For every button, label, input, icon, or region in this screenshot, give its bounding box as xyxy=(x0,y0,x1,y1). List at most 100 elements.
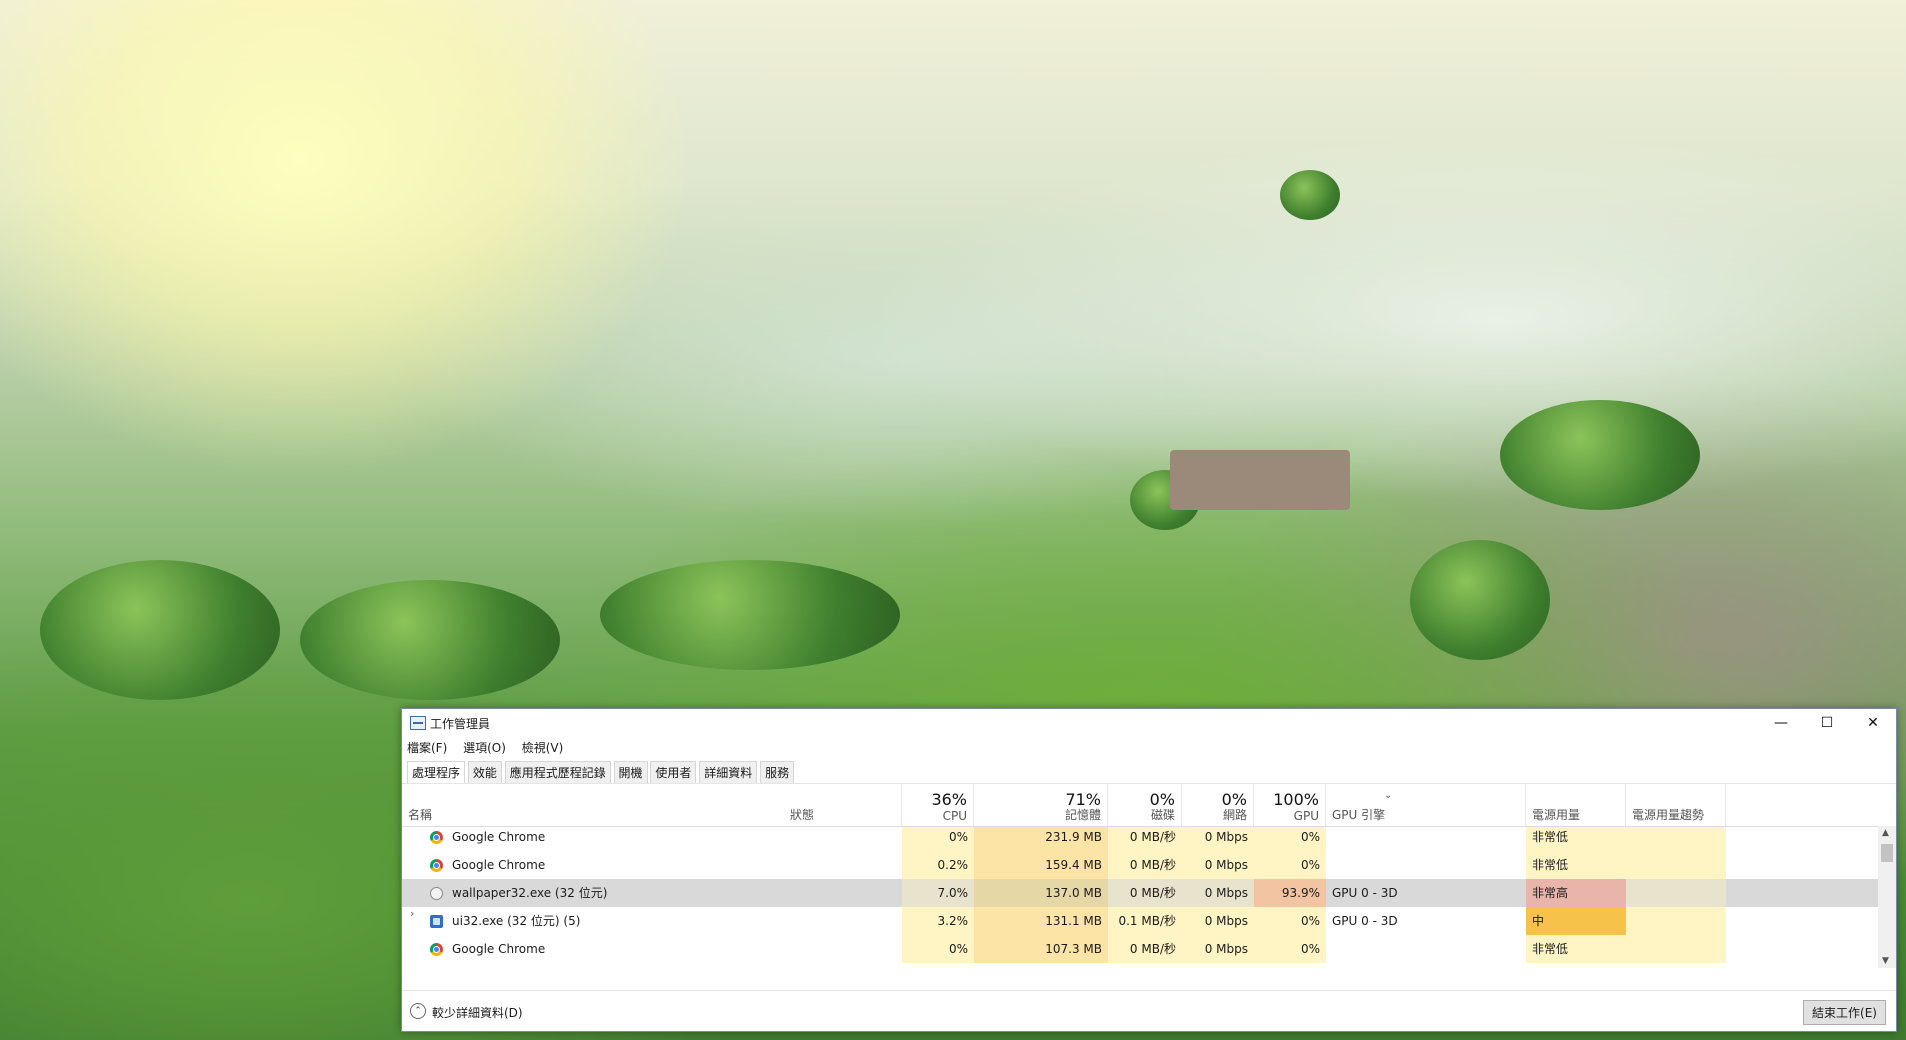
table-row[interactable]: wallpaper32.exe (32 位元) 7.0% 137.0 MB 0 … xyxy=(402,879,1878,907)
process-gpu: 0% xyxy=(1254,851,1326,879)
menu-file[interactable]: 檔案(F) xyxy=(407,739,447,756)
column-cpu[interactable]: 36% CPU xyxy=(902,784,974,826)
fewer-details-link[interactable]: 較少詳細資料(D) xyxy=(432,1004,523,1021)
column-power[interactable]: 電源用量 xyxy=(1526,784,1626,826)
process-power-trend xyxy=(1626,879,1726,907)
process-power: 非常低 xyxy=(1526,935,1626,963)
process-memory: 159.4 MB xyxy=(974,851,1108,879)
tab-bar: 處理程序 效能 應用程式歷程記錄 開機 使用者 詳細資料 服務 xyxy=(407,761,795,784)
process-gpu-engine: GPU 0 - 3D xyxy=(1332,886,1398,900)
wallpaper-tree xyxy=(1500,400,1700,510)
column-status[interactable]: 狀態 xyxy=(784,784,902,826)
column-cpu-label: CPU xyxy=(942,809,967,823)
process-disk: 0 MB/秒 xyxy=(1108,879,1182,907)
process-cpu: 0% xyxy=(902,935,974,963)
process-gpu: 0% xyxy=(1254,827,1326,851)
cpu-total: 36% xyxy=(931,790,967,809)
process-gpu: 0% xyxy=(1254,907,1326,935)
column-power-label: 電源用量 xyxy=(1532,808,1581,822)
tab-performance[interactable]: 效能 xyxy=(467,761,502,784)
close-button[interactable]: ✕ xyxy=(1850,709,1896,737)
wallpaper-tree xyxy=(300,580,560,700)
process-disk: 0 MB/秒 xyxy=(1108,935,1182,963)
table-row[interactable]: › ui32.exe (32 位元) (5) 3.2% 131.1 MB 0.1… xyxy=(402,907,1878,935)
process-gpu-engine xyxy=(1326,851,1526,879)
process-gpu-engine xyxy=(1326,935,1526,963)
process-cpu: 7.0% xyxy=(902,879,974,907)
wallpaper-tree xyxy=(1410,540,1550,660)
column-memory-label: 記憶體 xyxy=(1064,808,1101,822)
column-status-label: 狀態 xyxy=(790,808,815,822)
table-header: 名稱 狀態 36% CPU ⌄ 71% 記憶體 0% 磁碟 0% 網路 100%… xyxy=(402,784,1878,827)
process-network: 0 Mbps xyxy=(1182,851,1254,879)
table-row[interactable]: Google Chrome 0% 107.3 MB 0 MB/秒 0 Mbps … xyxy=(402,935,1878,963)
vertical-scrollbar[interactable]: ▲ ▼ xyxy=(1878,826,1896,968)
scroll-up-icon[interactable]: ▲ xyxy=(1882,828,1889,838)
tab-startup[interactable]: 開機 xyxy=(613,761,648,784)
process-power-trend xyxy=(1626,851,1726,879)
column-gpu[interactable]: 100% GPU xyxy=(1254,784,1326,826)
column-name-label: 名稱 xyxy=(408,808,433,822)
gpu-total: 100% xyxy=(1273,790,1319,809)
process-name: Google Chrome xyxy=(452,942,546,956)
menu-options[interactable]: 選項(O) xyxy=(463,739,506,756)
process-gpu: 93.9% xyxy=(1254,879,1326,907)
wallpaper-tree xyxy=(40,560,280,700)
table-row[interactable]: Google Chrome 0% 231.9 MB 0 MB/秒 0 Mbps … xyxy=(402,827,1878,851)
column-name[interactable]: 名稱 xyxy=(402,784,784,826)
task-manager-window: 工作管理員 — ☐ ✕ 檔案(F) 選項(O) 檢視(V) 處理程序 效能 應用… xyxy=(401,708,1897,1032)
process-power-trend xyxy=(1626,827,1726,851)
process-rows: Google Chrome 0% 231.9 MB 0 MB/秒 0 Mbps … xyxy=(402,827,1878,967)
menu-bar: 檔案(F) 選項(O) 檢視(V) xyxy=(407,739,575,757)
tab-app-history[interactable]: 應用程式歷程記錄 xyxy=(504,761,611,784)
process-memory: 131.1 MB xyxy=(974,907,1108,935)
process-memory: 137.0 MB xyxy=(974,879,1108,907)
column-power-trend[interactable]: 電源用量趨勢 xyxy=(1626,784,1726,826)
column-power-trend-label: 電源用量趨勢 xyxy=(1632,808,1705,822)
window-title: 工作管理員 xyxy=(430,717,491,731)
process-status xyxy=(784,851,902,879)
column-network-label: 網路 xyxy=(1222,808,1247,822)
tab-services[interactable]: 服務 xyxy=(760,761,795,784)
process-network: 0 Mbps xyxy=(1182,827,1254,851)
process-name: Google Chrome xyxy=(452,830,546,844)
tab-processes[interactable]: 處理程序 xyxy=(407,761,466,784)
process-disk: 0 MB/秒 xyxy=(1108,851,1182,879)
footer-bar: ⌃ 較少詳細資料(D) 結束工作(E) xyxy=(402,990,1896,1031)
tab-users[interactable]: 使用者 xyxy=(650,761,697,784)
process-network: 0 Mbps xyxy=(1182,935,1254,963)
process-name: ui32.exe (32 位元) (5) xyxy=(452,914,581,928)
process-status xyxy=(784,935,902,963)
scroll-down-icon[interactable]: ▼ xyxy=(1882,956,1889,966)
column-network[interactable]: 0% 網路 xyxy=(1182,784,1254,826)
wallpaper-tree xyxy=(1280,170,1340,220)
process-status xyxy=(784,879,902,907)
tab-details[interactable]: 詳細資料 xyxy=(699,761,758,784)
end-task-button[interactable]: 結束工作(E) xyxy=(1803,1000,1886,1025)
process-power: 非常低 xyxy=(1526,827,1626,851)
process-status xyxy=(784,907,902,935)
process-cpu: 0% xyxy=(902,827,974,851)
process-gpu: 0% xyxy=(1254,935,1326,963)
process-disk: 0.1 MB/秒 xyxy=(1108,907,1182,935)
process-name: Google Chrome xyxy=(452,858,546,872)
table-row[interactable]: Google Chrome 0.2% 159.4 MB 0 MB/秒 0 Mbp… xyxy=(402,851,1878,879)
process-power: 非常高 xyxy=(1526,879,1626,907)
process-memory: 107.3 MB xyxy=(974,935,1108,963)
column-gpu-label: GPU xyxy=(1293,809,1319,823)
process-network: 0 Mbps xyxy=(1182,907,1254,935)
column-gpu-engine-label: GPU 引擎 xyxy=(1332,808,1386,822)
title-bar[interactable]: 工作管理員 — ☐ ✕ xyxy=(402,709,1896,737)
collapse-circle-icon[interactable]: ⌃ xyxy=(410,1003,426,1019)
process-status xyxy=(784,827,902,851)
column-gpu-engine[interactable]: GPU 引擎 xyxy=(1326,784,1526,826)
wallpaper-tree xyxy=(600,560,900,670)
maximize-button[interactable]: ☐ xyxy=(1804,709,1850,737)
scroll-thumb[interactable] xyxy=(1881,844,1893,862)
column-memory[interactable]: 71% 記憶體 xyxy=(974,784,1108,826)
menu-view[interactable]: 檢視(V) xyxy=(522,739,564,756)
column-disk[interactable]: 0% 磁碟 xyxy=(1108,784,1182,826)
process-cpu: 0.2% xyxy=(902,851,974,879)
process-cpu: 3.2% xyxy=(902,907,974,935)
minimize-button[interactable]: — xyxy=(1758,709,1804,737)
